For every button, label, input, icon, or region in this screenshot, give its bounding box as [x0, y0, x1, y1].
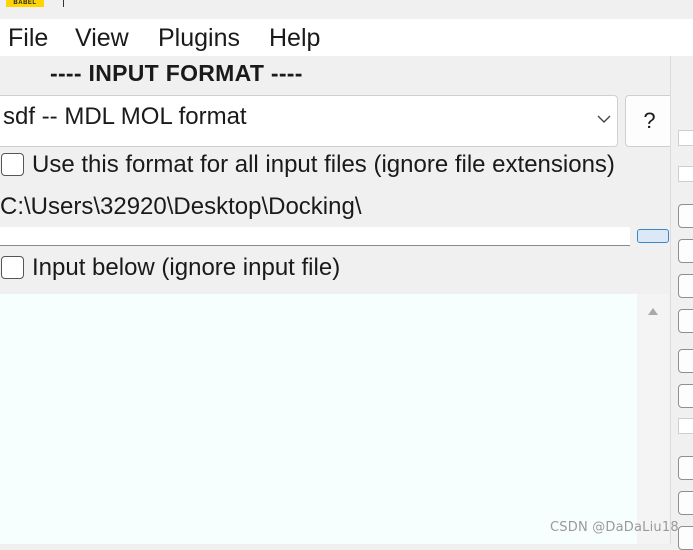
right-panel: [670, 56, 693, 550]
right-panel-checkbox[interactable]: [678, 204, 693, 228]
selected-format-text: sdf -- MDL MOL format: [3, 103, 247, 130]
menu-plugins[interactable]: Plugins: [158, 23, 240, 53]
input-below-checkbox[interactable]: [1, 256, 24, 279]
input-format-heading: ---- INPUT FORMAT ----: [50, 60, 303, 86]
format-help-button[interactable]: ?: [625, 95, 674, 147]
right-panel-checkbox[interactable]: [678, 349, 693, 373]
input-below-label: Input below (ignore input file): [32, 254, 341, 281]
input-text-area[interactable]: [0, 294, 637, 544]
use-format-for-all-label: Use this format for all input files (ign…: [32, 151, 615, 178]
right-panel-checkbox[interactable]: [678, 274, 693, 298]
right-panel-field[interactable]: [678, 166, 693, 182]
input-file-field[interactable]: [0, 227, 630, 246]
right-panel-field[interactable]: [678, 130, 693, 146]
right-panel-field[interactable]: [678, 418, 693, 434]
right-panel-checkbox[interactable]: [678, 384, 693, 408]
menu-help[interactable]: Help: [269, 23, 320, 53]
menu-file[interactable]: File: [8, 23, 48, 53]
right-panel-checkbox[interactable]: [678, 526, 693, 550]
right-panel-checkbox[interactable]: [678, 456, 693, 480]
use-format-for-all-checkbox[interactable]: [1, 153, 24, 176]
app-logo: BABEL: [6, 0, 44, 7]
right-panel-checkbox[interactable]: [678, 239, 693, 263]
menu-view[interactable]: View: [75, 23, 129, 53]
title-divider: [63, 0, 64, 7]
right-panel-checkbox[interactable]: [678, 491, 693, 515]
input-directory-path: C:\Users\32920\Desktop\Docking\: [0, 193, 362, 220]
text-area-scrollbar[interactable]: [637, 294, 669, 544]
menu-bar: File View Plugins Help: [0, 19, 693, 56]
browse-button[interactable]: [637, 229, 669, 243]
input-format-select[interactable]: sdf -- MDL MOL format: [0, 95, 618, 147]
chevron-down-icon: [597, 115, 611, 123]
watermark: CSDN @DaDaLiu18: [550, 520, 679, 535]
title-bar: BABEL: [0, 0, 693, 19]
right-panel-checkbox[interactable]: [678, 309, 693, 333]
triangle-up-icon[interactable]: [647, 307, 659, 316]
